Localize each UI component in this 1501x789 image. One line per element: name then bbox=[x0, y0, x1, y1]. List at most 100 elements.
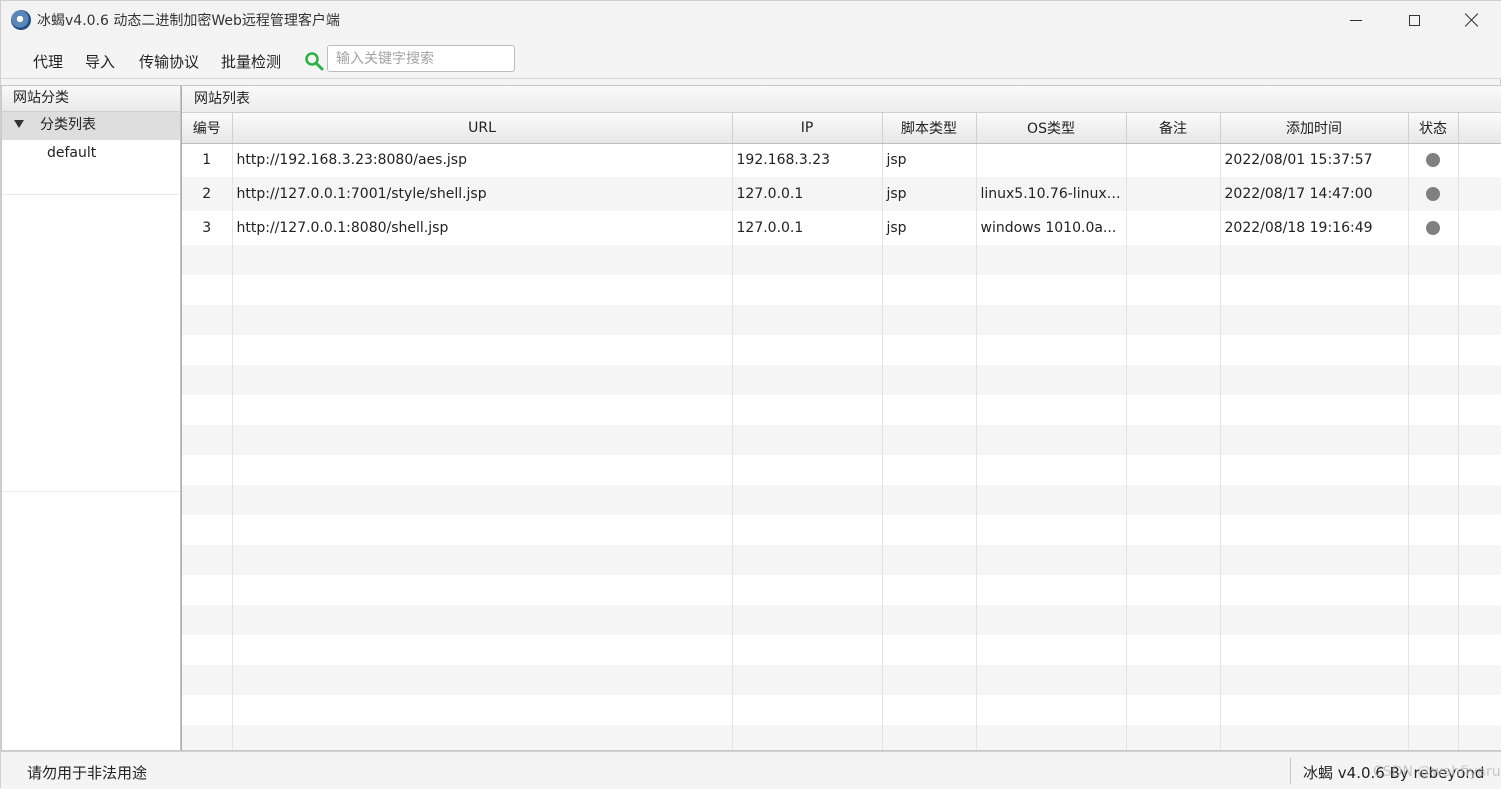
empty-cell bbox=[882, 485, 977, 515]
empty-cell bbox=[976, 485, 1127, 515]
empty-table-row bbox=[182, 335, 1501, 365]
empty-table-row bbox=[182, 605, 1501, 635]
empty-cell bbox=[1458, 395, 1501, 425]
table-body: 1 http://192.168.3.23:8080/aes.jsp 192.1… bbox=[182, 143, 1501, 245]
empty-table-row bbox=[182, 545, 1501, 575]
table-row[interactable]: 3 http://127.0.0.1:8080/shell.jsp 127.0.… bbox=[182, 211, 1501, 245]
empty-cell bbox=[182, 695, 233, 725]
empty-table-row bbox=[182, 485, 1501, 515]
empty-cell bbox=[232, 395, 733, 425]
window-title: 冰蝎v4.0.6 动态二进制加密Web远程管理客户端 bbox=[37, 13, 340, 29]
close-icon bbox=[1465, 13, 1479, 27]
cell-note bbox=[1126, 177, 1221, 211]
table-row[interactable]: 2 http://127.0.0.1:7001/style/shell.jsp … bbox=[182, 177, 1501, 211]
cell-added-time: 2022/08/01 15:37:57 bbox=[1220, 143, 1409, 177]
cell-url: http://192.168.3.23:8080/aes.jsp bbox=[232, 143, 733, 177]
column-header-ip[interactable]: IP bbox=[732, 113, 883, 144]
empty-cell bbox=[882, 545, 977, 575]
empty-cell bbox=[1458, 545, 1501, 575]
search-input[interactable] bbox=[327, 45, 515, 72]
empty-cell bbox=[1458, 725, 1501, 750]
column-header-note[interactable]: 备注 bbox=[1126, 113, 1221, 144]
empty-cell bbox=[1126, 395, 1221, 425]
empty-cell bbox=[1126, 305, 1221, 335]
empty-cell bbox=[182, 605, 233, 635]
empty-table-row bbox=[182, 425, 1501, 455]
empty-cell bbox=[1408, 245, 1459, 275]
column-header-os-type[interactable]: OS类型 bbox=[976, 113, 1127, 144]
menu-item-import[interactable]: 导入 bbox=[85, 51, 115, 72]
empty-cell bbox=[732, 455, 883, 485]
tree-item-default[interactable]: default bbox=[2, 140, 180, 168]
column-header-script-type[interactable]: 脚本类型 bbox=[882, 113, 977, 144]
column-header-url[interactable]: URL bbox=[232, 113, 733, 144]
column-header-id[interactable]: 编号 bbox=[182, 113, 233, 144]
empty-cell bbox=[232, 245, 733, 275]
cell-status bbox=[1408, 177, 1459, 211]
empty-cell bbox=[732, 275, 883, 305]
empty-cell bbox=[732, 395, 883, 425]
empty-cell bbox=[882, 605, 977, 635]
status-bar: 请勿用于非法用途 冰蝎 v4.0.6 By rebeyond CSDN @wah… bbox=[1, 751, 1501, 789]
table-row[interactable]: 1 http://192.168.3.23:8080/aes.jsp 192.1… bbox=[182, 143, 1501, 177]
empty-cell bbox=[732, 485, 883, 515]
empty-cell bbox=[976, 665, 1127, 695]
empty-cell bbox=[1220, 545, 1409, 575]
empty-cell bbox=[1408, 425, 1459, 455]
empty-cell bbox=[732, 695, 883, 725]
minimize-button[interactable] bbox=[1327, 1, 1385, 39]
empty-cell bbox=[1126, 725, 1221, 750]
empty-cell bbox=[1126, 425, 1221, 455]
empty-cell bbox=[882, 725, 977, 750]
empty-cell bbox=[1408, 665, 1459, 695]
cell-filler bbox=[1458, 177, 1501, 211]
empty-cell bbox=[182, 245, 233, 275]
column-header-added-time[interactable]: 添加时间 bbox=[1220, 113, 1409, 144]
empty-cell bbox=[1408, 575, 1459, 605]
expand-triangle-icon[interactable] bbox=[14, 120, 24, 128]
empty-cell bbox=[1408, 455, 1459, 485]
empty-cell bbox=[976, 275, 1127, 305]
empty-cell bbox=[1220, 725, 1409, 750]
empty-cell bbox=[976, 455, 1127, 485]
empty-cell bbox=[976, 725, 1127, 750]
site-list-panel: 网站列表 编号 URL IP 脚本类型 OS类型 备注 添加时间 状态 1 ht… bbox=[181, 85, 1501, 751]
empty-rows bbox=[182, 245, 1501, 750]
empty-cell bbox=[1408, 635, 1459, 665]
empty-cell bbox=[1408, 305, 1459, 335]
empty-cell bbox=[1458, 575, 1501, 605]
empty-cell bbox=[1220, 245, 1409, 275]
site-table: 编号 URL IP 脚本类型 OS类型 备注 添加时间 状态 1 http://… bbox=[182, 113, 1501, 750]
empty-cell bbox=[882, 425, 977, 455]
empty-cell bbox=[232, 725, 733, 750]
tree-root-label: 分类列表 bbox=[40, 117, 96, 133]
empty-cell bbox=[732, 365, 883, 395]
empty-cell bbox=[182, 305, 233, 335]
tree-root-category-list[interactable]: 分类列表 bbox=[2, 112, 180, 140]
empty-cell bbox=[182, 515, 233, 545]
empty-cell bbox=[976, 365, 1127, 395]
menu-item-transport-protocol[interactable]: 传输协议 bbox=[139, 51, 199, 72]
empty-cell bbox=[1408, 605, 1459, 635]
empty-cell bbox=[232, 365, 733, 395]
column-header-status[interactable]: 状态 bbox=[1408, 113, 1459, 144]
close-button[interactable] bbox=[1443, 1, 1501, 39]
cell-ip: 127.0.0.1 bbox=[732, 177, 883, 211]
search-icon[interactable] bbox=[304, 51, 324, 71]
empty-cell bbox=[232, 515, 733, 545]
cell-os-type: linux5.10.76-linuxk... bbox=[976, 177, 1127, 211]
empty-cell bbox=[232, 455, 733, 485]
menu-item-proxy[interactable]: 代理 bbox=[33, 51, 63, 72]
maximize-button[interactable] bbox=[1385, 1, 1443, 39]
empty-cell bbox=[1126, 605, 1221, 635]
empty-cell bbox=[732, 575, 883, 605]
menu-item-batch-check[interactable]: 批量检测 bbox=[221, 51, 281, 72]
cell-ip: 192.168.3.23 bbox=[732, 143, 883, 177]
empty-cell bbox=[732, 725, 883, 750]
empty-cell bbox=[182, 725, 233, 750]
cell-id: 1 bbox=[182, 143, 233, 177]
empty-cell bbox=[1126, 665, 1221, 695]
empty-cell bbox=[976, 605, 1127, 635]
status-dot-icon bbox=[1426, 187, 1440, 201]
empty-cell bbox=[1220, 425, 1409, 455]
